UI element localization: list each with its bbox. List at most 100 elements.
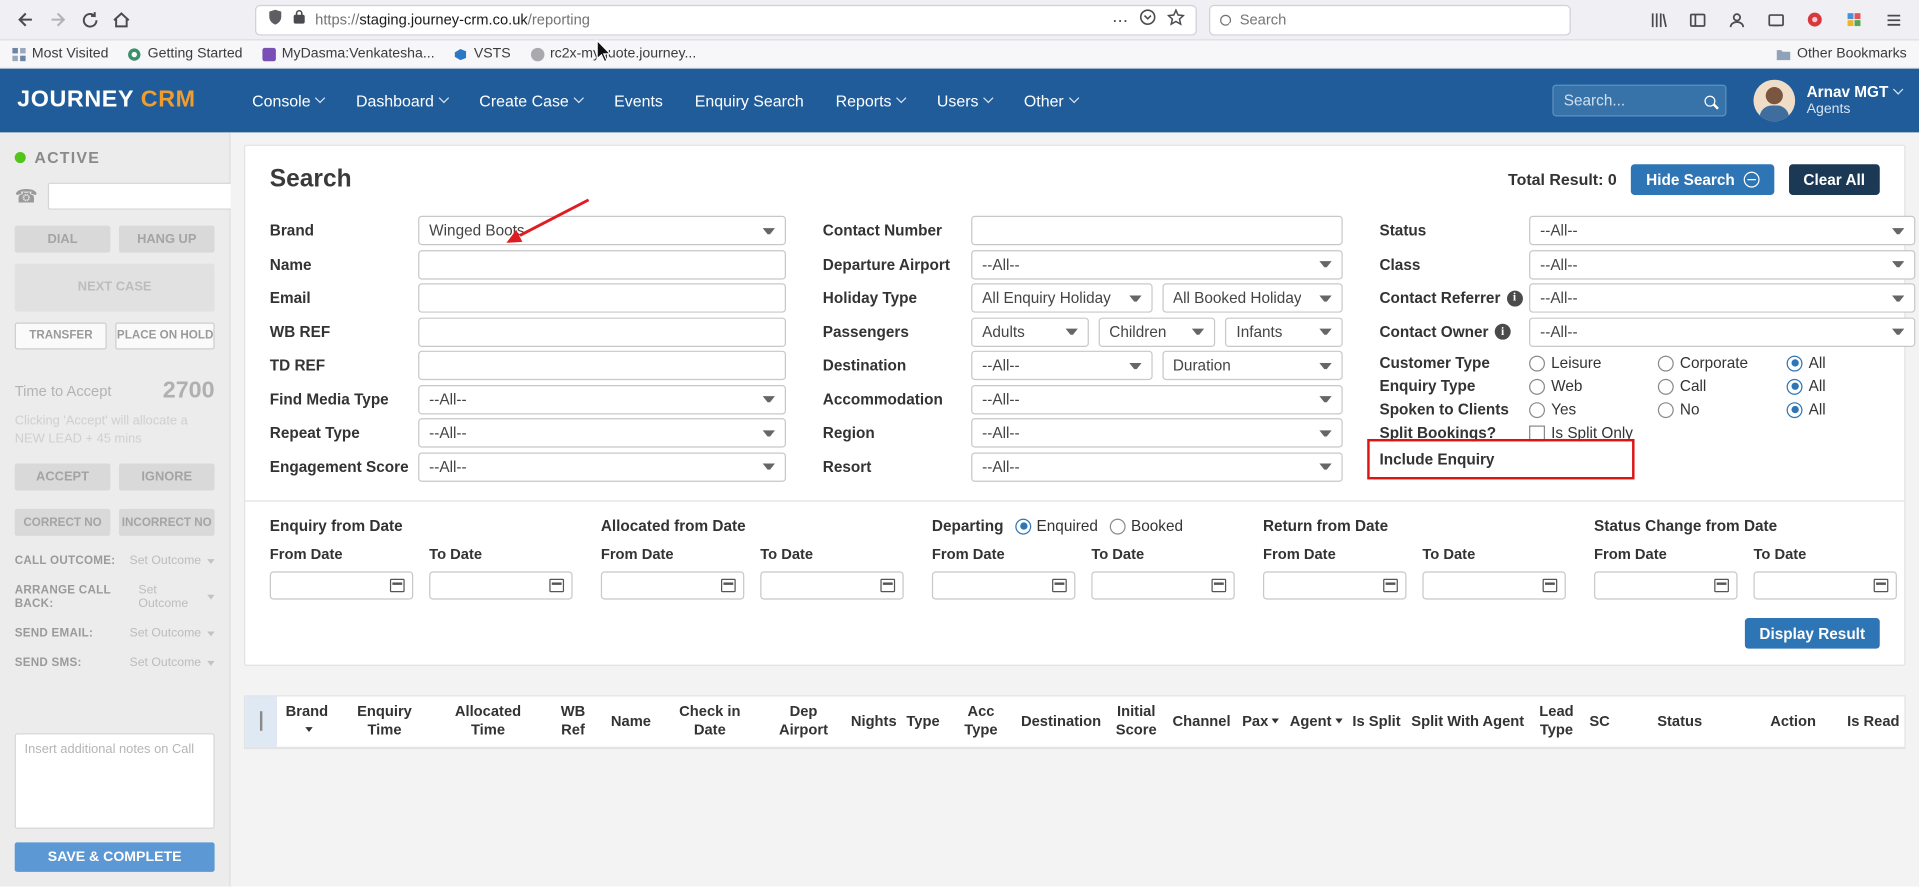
send-email-select[interactable]: Set Outcome [130,627,215,640]
accept-button[interactable]: ACCEPT [14,463,111,491]
calendar-icon[interactable] [1542,578,1558,593]
save-complete-button[interactable]: SAVE & COMPLETE [14,842,215,872]
incorrect-no-button[interactable]: INCORRECT NO [118,509,215,537]
departing-from-date-input[interactable] [931,571,1076,600]
calendar-icon[interactable] [1052,578,1067,593]
account-icon[interactable] [1720,5,1752,34]
col-brand[interactable]: Brand [277,696,337,748]
nav-create-case[interactable]: Create Case [479,91,584,110]
sidebars-icon[interactable] [1681,5,1713,34]
enquiry-holiday-select[interactable]: All Enquiry Holiday [971,283,1153,313]
crm-search-box[interactable] [1552,84,1727,117]
display-result-button[interactable]: Display Result [1744,618,1880,649]
contact-owner-select[interactable]: --All-- [1529,316,1916,347]
radio-corporate[interactable]: Corporate [1657,354,1787,372]
screen-record-icon[interactable] [1799,5,1831,34]
bookmark-vsts[interactable]: VSTS [454,47,511,61]
radio-web[interactable]: Web [1529,378,1658,395]
status-change-from-date-input[interactable] [1594,571,1738,600]
calendar-icon[interactable] [721,578,736,593]
radio-enquired[interactable]: Enquired [1015,517,1098,535]
call-notes-textarea[interactable] [14,733,215,829]
contact-number-input[interactable] [971,215,1343,246]
accommodation-select[interactable]: --All-- [971,384,1343,414]
lock-icon[interactable] [292,9,307,31]
contact-referrer-select[interactable]: --All-- [1529,283,1916,313]
status-change-to-date-input[interactable] [1753,571,1897,600]
nav-dashboard[interactable]: Dashboard [356,91,449,110]
clear-all-button[interactable]: Clear All [1788,164,1880,195]
reload-icon[interactable] [74,5,106,34]
bookmark-star-icon[interactable] [1166,7,1186,31]
screenshot-icon[interactable] [1760,5,1792,34]
user-avatar[interactable] [1753,79,1796,122]
destination-select[interactable]: --All-- [971,350,1153,381]
home-icon[interactable] [105,5,137,34]
calendar-icon[interactable] [880,578,896,593]
address-bar[interactable]: https://staging.journey-crm.co.uk/report… [255,4,1197,35]
departure-airport-select[interactable]: --All-- [971,249,1343,279]
extensions-grid-icon[interactable] [1838,5,1870,34]
menu-hamburger-icon[interactable] [1877,5,1909,34]
calendar-icon[interactable] [1714,578,1729,593]
user-menu[interactable]: Arnav MGT Agents [1807,83,1904,118]
wb-ref-input[interactable] [418,316,786,347]
repeat-type-select[interactable]: --All-- [418,418,786,448]
region-select[interactable]: --All-- [971,418,1343,448]
hide-search-button[interactable]: Hide Search [1631,164,1774,195]
transfer-button[interactable]: TRANSFER [14,322,108,350]
phone-number-input[interactable] [47,182,239,210]
radio-leisure[interactable]: Leisure [1529,354,1658,372]
send-sms-select[interactable]: Set Outcome [130,656,215,670]
enquiry-from-date-input[interactable] [269,571,414,600]
brand-select[interactable]: Winged Boots [418,215,786,246]
departing-to-date-input[interactable] [1091,571,1235,600]
td-ref-input[interactable] [418,350,786,381]
email-input[interactable] [418,283,786,313]
nav-reports[interactable]: Reports [836,91,907,110]
call-outcome-select[interactable]: Set Outcome [130,555,215,568]
page-actions-icon[interactable]: ⋯ [1112,12,1128,28]
radio-booked[interactable]: Booked [1110,517,1183,535]
children-select[interactable]: Children [1098,316,1216,347]
radio-yes[interactable]: Yes [1529,401,1658,418]
duration-select[interactable]: Duration [1161,350,1343,381]
radio-no[interactable]: No [1657,401,1787,418]
bookmark-mydasma[interactable]: MyDasma:Venkatesha... [262,47,435,61]
resort-select[interactable]: --All-- [971,451,1343,482]
status-select[interactable]: --All-- [1529,215,1916,246]
bookmark-rc2x[interactable]: rc2x-myquote.journey... [530,47,696,61]
correct-no-button[interactable]: CORRECT NO [14,509,111,537]
pocket-icon[interactable] [1139,8,1156,31]
allocated-to-date-input[interactable] [760,571,904,600]
browser-search-input[interactable] [1239,11,1560,29]
engagement-score-select[interactable]: --All-- [418,451,786,482]
info-icon[interactable] [1494,323,1511,340]
return-to-date-input[interactable] [1422,571,1566,600]
nav-users[interactable]: Users [937,91,994,110]
class-select[interactable]: --All-- [1529,249,1916,279]
radio-spoken-all[interactable]: All [1786,401,1916,418]
crm-search-input[interactable] [1563,91,1687,110]
arrange-callback-select[interactable]: Set Outcome [138,584,215,611]
bookmark-getting-started[interactable]: Getting Started [128,47,243,61]
radio-call[interactable]: Call [1657,378,1787,395]
place-on-hold-button[interactable]: PLACE ON HOLD [115,322,215,350]
radio-customer-all[interactable]: All [1786,354,1916,372]
dial-button[interactable]: DIAL [14,225,111,253]
hang-up-button[interactable]: HANG UP [118,225,215,253]
browser-search[interactable] [1209,4,1571,35]
allocated-from-date-input[interactable] [600,571,745,600]
infants-select[interactable]: Infants [1225,316,1343,347]
calendar-icon[interactable] [1383,578,1398,593]
other-bookmarks[interactable]: Other Bookmarks [1775,47,1907,61]
calendar-icon[interactable] [1873,578,1889,593]
nav-other[interactable]: Other [1024,91,1079,110]
select-all-checkbox[interactable] [260,710,263,731]
enquiry-to-date-input[interactable] [429,571,573,600]
next-case-button[interactable]: NEXT CASE [14,263,215,312]
booked-holiday-select[interactable]: All Booked Holiday [1161,283,1343,313]
is-split-only-checkbox[interactable]: Is Split Only [1529,424,1633,441]
adults-select[interactable]: Adults [971,316,1089,347]
col-agent[interactable]: Agent [1285,696,1347,748]
